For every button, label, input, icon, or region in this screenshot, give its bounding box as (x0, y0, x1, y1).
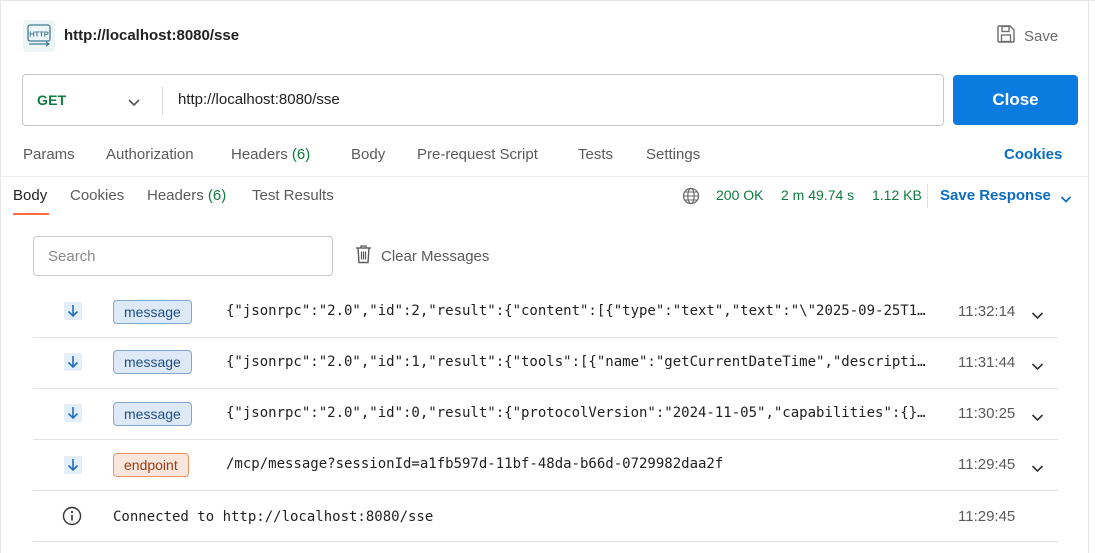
chevron-down-icon[interactable] (1031, 307, 1044, 325)
url-input[interactable]: http://localhost:8080/sse (178, 91, 340, 108)
tab-headers-label: Headers (231, 146, 288, 163)
tab-prerequest-script[interactable]: Pre-request Script (417, 146, 538, 163)
tab-tests[interactable]: Tests (578, 146, 613, 163)
arrow-down-icon (64, 353, 82, 371)
tab-body[interactable]: Body (351, 146, 385, 163)
request-title[interactable]: http://localhost:8080/sse (64, 27, 239, 44)
tab-headers-count: (6) (291, 146, 311, 163)
endpoint-type-badge: endpoint (113, 453, 189, 477)
tab-headers[interactable]: Headers (6) (231, 146, 310, 163)
window-left-border (0, 0, 1, 553)
connected-row: Connected to http://localhost:8080/sse 1… (33, 490, 1058, 542)
response-tab-headers-count: (6) (207, 187, 227, 204)
response-time[interactable]: 2 m 49.74 s (781, 187, 854, 203)
arrow-down-icon (64, 456, 82, 474)
status-code[interactable]: 200 OK (716, 187, 763, 203)
connected-message: Connected to http://localhost:8080/sse (113, 509, 434, 525)
chevron-down-icon[interactable] (1031, 409, 1044, 427)
message-time: 11:32:14 (958, 303, 1016, 320)
save-button[interactable]: Save (996, 24, 1058, 48)
save-response-button[interactable]: Save Response (940, 187, 1051, 204)
response-tab-body[interactable]: Body (13, 187, 47, 204)
arrow-down-icon (64, 302, 82, 320)
tab-params[interactable]: Params (23, 146, 75, 163)
response-size[interactable]: 1.12 KB (872, 187, 922, 203)
section-divider (0, 176, 1088, 177)
message-time: 11:31:44 (958, 354, 1016, 371)
message-type-badge: message (113, 300, 192, 324)
chevron-down-icon[interactable] (1031, 358, 1044, 376)
message-text: {"jsonrpc":"2.0","id":1,"result":{"tools… (226, 354, 931, 370)
active-tab-indicator (13, 213, 49, 215)
message-text: {"jsonrpc":"2.0","id":2,"result":{"conte… (226, 303, 931, 319)
message-row[interactable]: endpoint /mcp/message?sessionId=a1fb597d… (33, 439, 1058, 491)
connected-time: 11:29:45 (958, 508, 1016, 525)
info-icon (62, 506, 82, 531)
clear-messages-label: Clear Messages (381, 247, 490, 265)
close-button[interactable]: Close (953, 75, 1078, 125)
tab-settings[interactable]: Settings (646, 146, 700, 163)
response-tab-headers-label: Headers (147, 187, 204, 204)
message-type-badge: message (113, 350, 192, 374)
window-top-border (0, 0, 1095, 1)
url-bar: GET http://localhost:8080/sse (22, 74, 944, 126)
message-row[interactable]: message {"jsonrpc":"2.0","id":1,"result"… (33, 337, 1058, 389)
response-tab-test-results[interactable]: Test Results (252, 187, 334, 204)
save-label: Save (1024, 27, 1059, 45)
meta-divider (927, 184, 928, 208)
message-row[interactable]: message {"jsonrpc":"2.0","id":2,"result"… (33, 286, 1058, 338)
message-time: 11:30:25 (958, 405, 1016, 422)
message-text: /mcp/message?sessionId=a1fb597d-11bf-48d… (226, 456, 724, 472)
method-selector[interactable]: GET (37, 92, 66, 108)
http-icon-label: HTTP (29, 30, 49, 39)
chevron-down-icon[interactable] (1031, 460, 1044, 478)
url-divider (162, 87, 163, 115)
http-request-icon: HTTP (23, 20, 55, 52)
request-tabs: Params Authorization Headers (6) Body Pr… (0, 146, 1088, 166)
save-icon (996, 24, 1016, 48)
trash-icon (355, 244, 372, 268)
cookies-link[interactable]: Cookies (1004, 146, 1062, 163)
window-right-border (1088, 0, 1089, 553)
chevron-down-icon[interactable] (127, 95, 141, 113)
clear-messages-button[interactable]: Clear Messages (355, 245, 489, 267)
message-type-badge: message (113, 402, 192, 426)
message-text: {"jsonrpc":"2.0","id":0,"result":{"proto… (226, 405, 931, 421)
response-tab-headers[interactable]: Headers (6) (147, 187, 226, 204)
message-row[interactable]: message {"jsonrpc":"2.0","id":0,"result"… (33, 388, 1058, 440)
tab-authorization[interactable]: Authorization (106, 146, 194, 163)
message-time: 11:29:45 (958, 456, 1016, 473)
search-input[interactable] (33, 236, 333, 276)
chevron-down-icon[interactable] (1060, 191, 1072, 209)
response-tab-cookies[interactable]: Cookies (70, 187, 124, 204)
arrow-down-icon (64, 404, 82, 422)
globe-icon[interactable] (682, 187, 700, 210)
